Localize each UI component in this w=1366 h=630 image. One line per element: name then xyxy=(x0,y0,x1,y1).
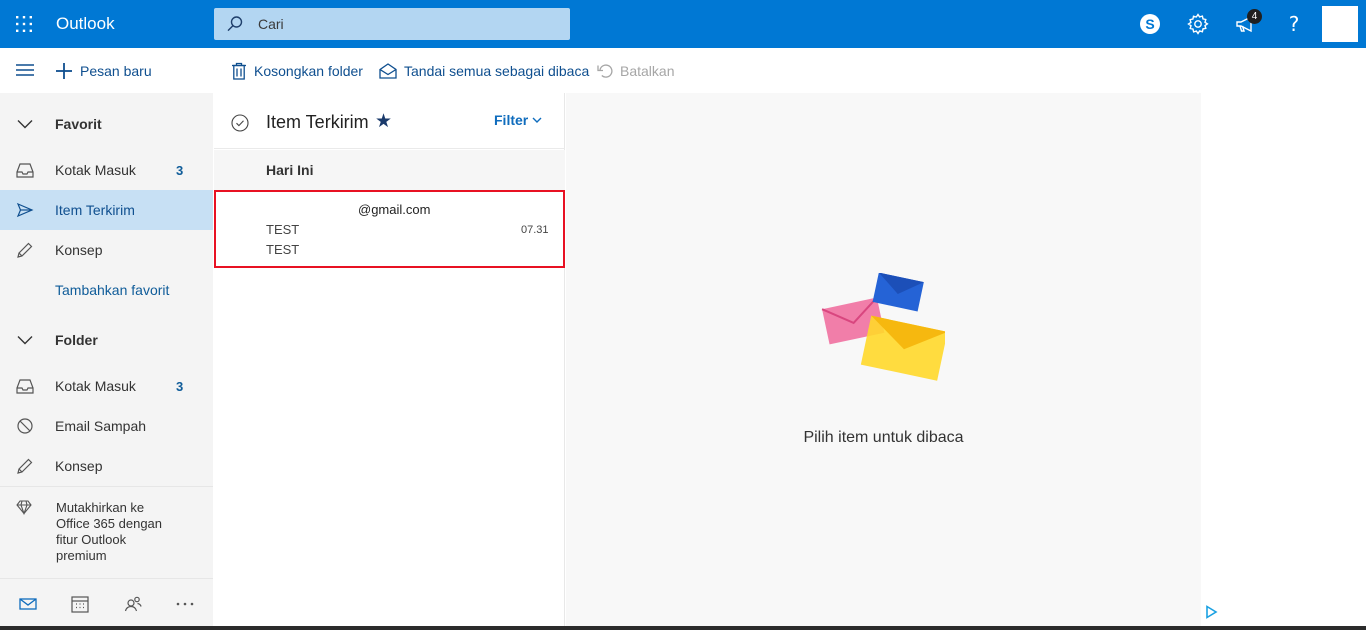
mark-all-read-label: Tandai semua sebagai dibaca xyxy=(404,63,590,79)
sidebar-item-label: Kotak Masuk xyxy=(55,162,136,178)
message-time: 07.31 xyxy=(521,224,549,236)
help-icon[interactable]: ? xyxy=(1282,12,1306,36)
favorites-header[interactable]: Favorit xyxy=(0,104,213,144)
pencil-icon xyxy=(17,458,33,474)
undo-label: Batalkan xyxy=(620,63,675,79)
sidebar-item-label: Konsep xyxy=(55,458,103,474)
settings-gear-icon[interactable] xyxy=(1186,12,1210,36)
message-preview: TEST xyxy=(266,242,300,257)
chevron-down-icon xyxy=(532,117,542,123)
notification-badge: 4 xyxy=(1247,9,1262,24)
svg-text:S: S xyxy=(1145,16,1154,32)
ad-choices-icon[interactable] xyxy=(1204,605,1218,619)
undo-icon xyxy=(597,64,613,78)
send-icon xyxy=(16,202,34,218)
sidebar-item-label: Item Terkirim xyxy=(55,202,135,218)
envelopes-illustration-icon xyxy=(821,273,945,381)
blocked-icon xyxy=(17,418,33,434)
folders-label: Folder xyxy=(55,332,98,348)
unread-count: 3 xyxy=(176,162,184,178)
reading-pane-empty-text: Pilih item untuk dibaca xyxy=(803,429,964,446)
hamburger-menu-icon[interactable] xyxy=(16,63,34,77)
upgrade-text: Mutakhirkan ke Office 365 dengan fitur O… xyxy=(56,500,163,563)
unread-count: 3 xyxy=(176,378,184,394)
folder-title: Item Terkirim xyxy=(266,112,369,132)
sidebar-item-favorite-drafts[interactable]: Konsep xyxy=(0,230,213,270)
sidebar-item-drafts[interactable]: Konsep xyxy=(0,446,213,486)
diamond-icon xyxy=(16,500,32,515)
add-favorite-link[interactable]: Tambahkan favorit xyxy=(0,270,213,310)
chevron-down-icon xyxy=(17,120,33,129)
open-envelope-icon xyxy=(379,63,397,79)
sidebar-item-label: Email Sampah xyxy=(55,418,147,434)
ad-rail xyxy=(1201,93,1366,630)
date-group-label: Hari Ini xyxy=(266,162,314,178)
trash-icon xyxy=(232,62,246,80)
command-bar: Pesan baru Kosongkan folder Tandai semua… xyxy=(0,48,1366,93)
message-subject: TEST xyxy=(266,222,300,237)
inbox-icon xyxy=(16,379,34,394)
chevron-down-icon xyxy=(17,336,33,345)
plus-icon xyxy=(56,63,72,79)
sidebar-item-junk-email[interactable]: Email Sampah xyxy=(0,406,213,446)
favorite-star-icon[interactable]: ★ xyxy=(375,110,392,133)
folders-header[interactable]: Folder xyxy=(0,320,213,360)
mail-icon[interactable] xyxy=(18,594,38,614)
add-favorite-label: Tambahkan favorit xyxy=(55,282,170,298)
module-switcher xyxy=(0,578,213,630)
pencil-icon xyxy=(17,242,33,258)
calendar-icon[interactable] xyxy=(70,594,90,614)
upgrade-promo[interactable]: Mutakhirkan ke Office 365 dengan fitur O… xyxy=(0,486,213,578)
mark-all-read-button[interactable]: Tandai semua sebagai dibaca xyxy=(379,61,589,81)
svg-text:?: ? xyxy=(1289,12,1300,36)
sidebar-item-sent-items[interactable]: Item Terkirim xyxy=(0,190,213,230)
people-icon[interactable] xyxy=(123,594,143,614)
app-title[interactable]: Outlook xyxy=(56,14,115,34)
select-all-circle-icon[interactable] xyxy=(231,114,249,132)
sidebar-item-label: Konsep xyxy=(55,242,103,258)
sidebar-item-inbox[interactable]: Kotak Masuk 3 xyxy=(0,366,213,406)
more-options-icon[interactable] xyxy=(175,594,195,614)
new-message-button[interactable]: Pesan baru xyxy=(55,61,152,81)
new-message-label: Pesan baru xyxy=(80,63,152,79)
search-box[interactable] xyxy=(214,8,570,40)
folder-pane: Favorit Kotak Masuk 3 Item Terkirim Kons… xyxy=(0,93,213,630)
inbox-icon xyxy=(16,163,34,178)
app-launcher-icon[interactable] xyxy=(15,15,33,33)
taskbar-edge xyxy=(0,626,1366,630)
search-icon xyxy=(227,16,243,32)
search-input[interactable] xyxy=(258,8,558,40)
avatar[interactable] xyxy=(1322,6,1358,42)
message-sender: @gmail.com xyxy=(358,202,431,217)
undo-button[interactable]: Batalkan xyxy=(597,61,674,81)
top-bar: Outlook S 4 ? xyxy=(0,0,1366,48)
filter-label: Filter xyxy=(494,112,529,128)
message-item[interactable]: @gmail.com TEST 07.31 TEST xyxy=(214,190,565,268)
message-list: Item Terkirim ★ Filter Hari Ini @gmail.c… xyxy=(214,93,565,630)
reading-pane: Pilih item untuk dibaca xyxy=(566,93,1201,630)
sidebar-item-label: Kotak Masuk xyxy=(55,378,136,394)
favorites-label: Favorit xyxy=(55,116,102,132)
empty-folder-label: Kosongkan folder xyxy=(254,63,363,79)
filter-button[interactable]: Filter xyxy=(494,112,542,128)
skype-icon[interactable]: S xyxy=(1138,12,1162,36)
date-group-header: Hari Ini xyxy=(214,150,565,190)
empty-folder-button[interactable]: Kosongkan folder xyxy=(231,61,363,81)
message-list-header: Item Terkirim ★ Filter xyxy=(214,93,565,149)
sidebar-item-favorite-inbox[interactable]: Kotak Masuk 3 xyxy=(0,150,213,190)
